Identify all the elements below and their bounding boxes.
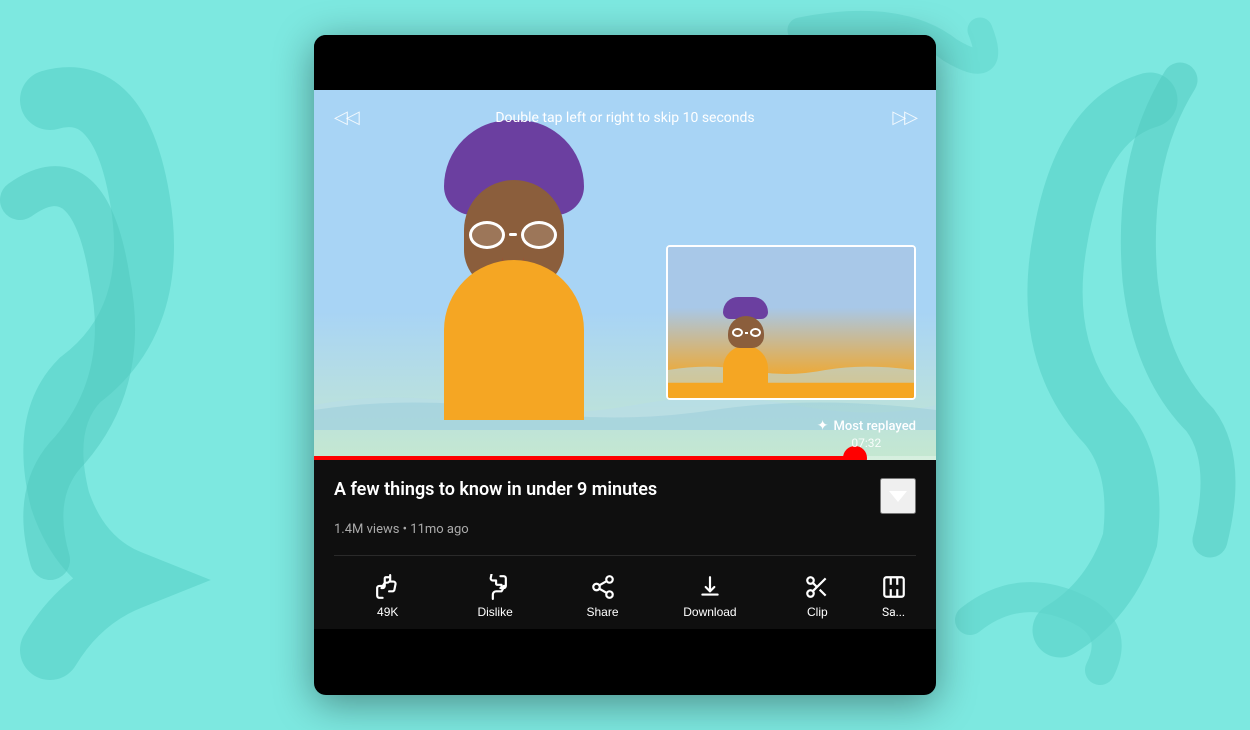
thumbs-up-icon (375, 574, 401, 600)
info-panel: A few things to know in under 9 minutes … (314, 460, 936, 629)
mini-character (723, 297, 768, 386)
skip-left-arrows: ◁◁ (334, 107, 358, 128)
sparkle-icon: ✦ (817, 418, 829, 434)
most-replayed-time: 07:32 (817, 436, 916, 450)
clip-icon (804, 574, 830, 600)
like-count: 49K (377, 605, 398, 619)
video-title: A few things to know in under 9 minutes (334, 478, 870, 501)
double-tap-overlay: ◁◁ Double tap left or right to skip 10 s… (314, 90, 936, 145)
share-button[interactable]: Share (549, 564, 656, 629)
most-replayed-section: ✦ Most replayed 07:32 (817, 418, 916, 450)
dislike-button[interactable]: Dislike (441, 564, 548, 629)
video-meta: 1.4M views • 11mo ago (334, 522, 916, 537)
thumbs-down-icon (482, 574, 508, 600)
main-character (414, 140, 614, 420)
share-icon (590, 574, 616, 600)
collapse-button[interactable] (880, 478, 916, 514)
clip-button[interactable]: Clip (764, 564, 871, 629)
save-button-partial[interactable]: Sa... (871, 564, 916, 629)
chevron-down-icon (889, 491, 907, 502)
top-status-bar (314, 35, 936, 90)
download-button[interactable]: Download (656, 564, 763, 629)
video-area[interactable]: ◁◁ Double tap left or right to skip 10 s… (314, 90, 936, 460)
download-icon (697, 574, 723, 600)
mini-preview-popup (666, 245, 916, 400)
share-label: Share (587, 605, 619, 619)
dislike-label: Dislike (477, 605, 512, 619)
like-button[interactable]: 49K (334, 564, 441, 629)
actions-row: 49K Dislike Share (334, 555, 916, 629)
skip-right-arrows: ▷▷ (892, 107, 916, 128)
save-label: Sa... (882, 605, 905, 619)
progress-fill (314, 456, 855, 460)
most-replayed-label: Most replayed (833, 419, 916, 434)
skip-hint-text: Double tap left or right to skip 10 seco… (358, 110, 893, 126)
download-label: Download (683, 605, 736, 619)
progress-bar[interactable] (314, 456, 936, 460)
save-icon (881, 574, 907, 600)
phone-container: ◁◁ Double tap left or right to skip 10 s… (314, 35, 936, 695)
clip-label: Clip (807, 605, 828, 619)
